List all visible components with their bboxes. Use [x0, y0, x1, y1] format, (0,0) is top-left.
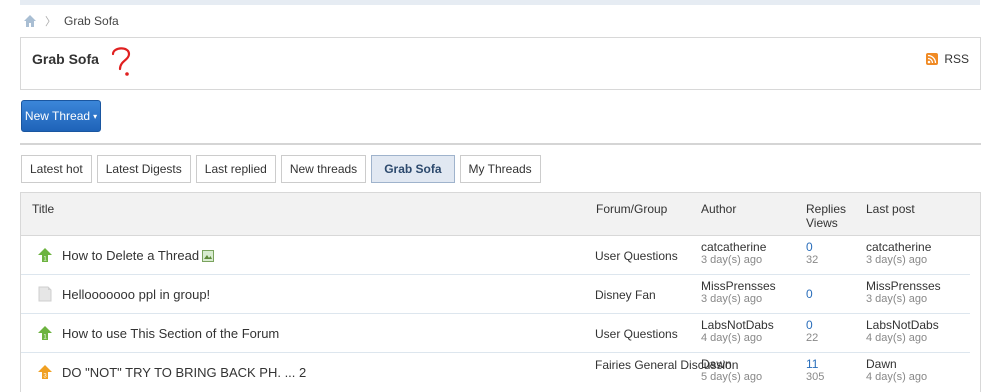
thread-title: DO "NOT" TRY TO BRING BACK PH. ... 2: [62, 365, 307, 380]
image-attachment-icon: [202, 249, 215, 262]
author-time: 3 day(s) ago: [701, 254, 763, 266]
thread-title-link[interactable]: DO "NOT" TRY TO BRING BACK PH. ... 2: [62, 365, 306, 380]
page-title: Grab Sofa: [32, 51, 99, 67]
author-link[interactable]: MissPrensses: [701, 279, 776, 293]
column-views: Views: [806, 216, 838, 230]
table-row: 1 How to use This Section of the Forum U…: [21, 314, 970, 353]
column-replies: Replies: [806, 202, 847, 216]
author-cell: Dawn 5 day(s) ago: [701, 358, 762, 384]
thread-title-link[interactable]: How to Delete a Thread: [62, 248, 215, 263]
thread-table: Title Forum/Group Author Replies Views L…: [20, 192, 981, 392]
author-link[interactable]: LabsNotDabs: [701, 318, 774, 332]
rss-link[interactable]: RSS: [926, 52, 969, 66]
question-mark-annotation-icon: [111, 47, 131, 76]
last-post-time: 4 day(s) ago: [866, 371, 928, 383]
author-time: 3 day(s) ago: [701, 293, 763, 305]
last-post-cell: LabsNotDabs 4 day(s) ago: [866, 319, 939, 345]
tab-my-threads[interactable]: My Threads: [459, 155, 541, 183]
table-row: 3 DO "NOT" TRY TO BRING BACK PH. ... 2 F…: [21, 353, 970, 392]
new-thread-label: New Thread: [24, 109, 91, 123]
tab-latest-digests[interactable]: Latest Digests: [96, 155, 191, 183]
last-post-author[interactable]: catcatherine: [866, 240, 931, 254]
column-title: Title: [32, 202, 55, 216]
thread-title: Hellooooooo ppl in group!: [62, 287, 211, 302]
replies-cell: 0 32: [806, 241, 818, 267]
tab-grab-sofa[interactable]: Grab Sofa: [371, 155, 455, 183]
chevron-down-icon: ▾: [93, 111, 98, 121]
thread-filter-tabs: Latest hot Latest Digests Last replied N…: [21, 155, 541, 183]
thread-title-link[interactable]: Hellooooooo ppl in group!: [62, 287, 210, 302]
replies-cell: 0: [806, 288, 813, 301]
last-post-time: 3 day(s) ago: [866, 254, 928, 266]
thread-title: How to Delete a Thread: [62, 248, 200, 263]
forum-link[interactable]: User Questions: [595, 249, 678, 263]
last-post-time: 3 day(s) ago: [866, 293, 928, 305]
green-up-arrow-icon: 1: [38, 326, 52, 341]
green-up-arrow-icon: 1: [38, 248, 52, 263]
replies-cell: 0 22: [806, 319, 818, 345]
author-cell: LabsNotDabs 4 day(s) ago: [701, 319, 774, 345]
last-post-author[interactable]: LabsNotDabs: [866, 318, 939, 332]
orange-up-arrow-icon: 3: [38, 365, 52, 380]
last-post-cell: MissPrensses 3 day(s) ago: [866, 280, 941, 306]
thread-title: How to use This Section of the Forum: [62, 326, 280, 341]
breadcrumb: 〉 Grab Sofa: [23, 12, 119, 30]
author-time: 4 day(s) ago: [701, 332, 763, 344]
replies-cell: 11 305: [806, 358, 824, 384]
author-time: 5 day(s) ago: [701, 371, 763, 383]
last-post-author[interactable]: MissPrensses: [866, 279, 941, 293]
top-bar: [20, 0, 980, 5]
replies-count[interactable]: 11: [806, 357, 818, 371]
last-post-time: 4 day(s) ago: [866, 332, 928, 344]
table-row: 1 How to Delete a Thread User Questions …: [21, 236, 970, 275]
column-author: Author: [701, 202, 737, 216]
last-post-author[interactable]: Dawn: [866, 357, 897, 371]
table-row: Hellooooooo ppl in group! Disney Fan Mis…: [21, 275, 970, 314]
replies-count[interactable]: 0: [806, 318, 813, 332]
home-icon[interactable]: [23, 14, 37, 28]
views-count: 32: [806, 254, 819, 266]
divider: [20, 143, 981, 145]
views-count: 305: [806, 371, 825, 383]
tab-latest-hot[interactable]: Latest hot: [21, 155, 92, 183]
views-count: 22: [806, 332, 819, 344]
breadcrumb-separator: 〉: [45, 16, 56, 28]
tab-new-threads[interactable]: New threads: [280, 155, 367, 183]
rss-icon: [926, 53, 939, 65]
forum-link[interactable]: Disney Fan: [595, 288, 656, 302]
document-icon: [38, 286, 52, 302]
author-link[interactable]: catcatherine: [701, 240, 766, 254]
breadcrumb-current[interactable]: Grab Sofa: [64, 14, 119, 28]
column-replies-views: Replies Views: [806, 202, 846, 230]
tab-last-replied[interactable]: Last replied: [195, 155, 276, 183]
author-cell: catcatherine 3 day(s) ago: [701, 241, 766, 267]
replies-count[interactable]: 0: [806, 240, 813, 254]
last-post-cell: catcatherine 3 day(s) ago: [866, 241, 931, 267]
replies-count[interactable]: 0: [806, 287, 813, 301]
column-forum: Forum/Group: [596, 202, 668, 216]
column-last-post: Last post: [866, 202, 915, 216]
forum-header: Grab Sofa RSS: [20, 37, 981, 90]
last-post-cell: Dawn 4 day(s) ago: [866, 358, 927, 384]
table-header: Title Forum/Group Author Replies Views L…: [21, 193, 980, 236]
new-thread-button[interactable]: New Thread ▾: [21, 100, 101, 132]
rss-label: RSS: [944, 52, 969, 66]
author-link[interactable]: Dawn: [701, 357, 732, 371]
thread-title-link[interactable]: How to use This Section of the Forum: [62, 326, 279, 341]
forum-link[interactable]: User Questions: [595, 327, 678, 341]
author-cell: MissPrensses 3 day(s) ago: [701, 280, 776, 306]
